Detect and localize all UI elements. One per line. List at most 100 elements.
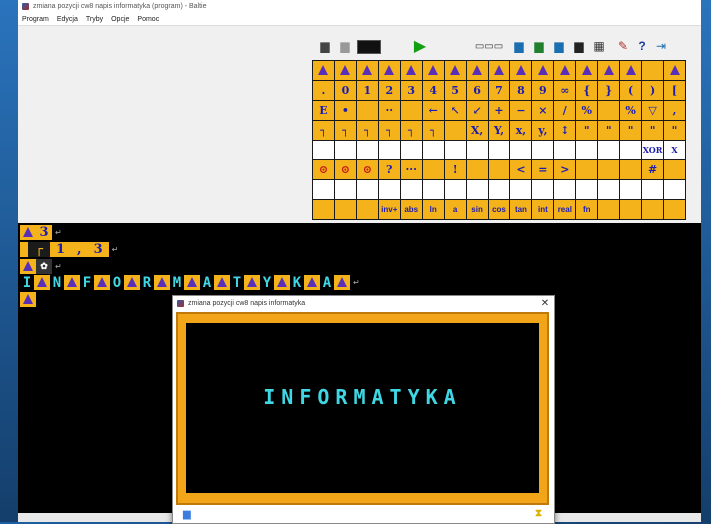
palette-cell[interactable]: " bbox=[642, 120, 664, 140]
palette-cell[interactable]: ┐ bbox=[378, 120, 400, 140]
palette-cell[interactable]: 9 bbox=[532, 80, 554, 100]
palette-cell[interactable] bbox=[466, 180, 488, 200]
palette-cell[interactable]: ∞ bbox=[554, 80, 576, 100]
palette-cell[interactable]: = bbox=[532, 160, 554, 180]
palette-cell[interactable]: abs bbox=[400, 200, 422, 219]
palette-cell[interactable] bbox=[664, 180, 685, 200]
palette-cell[interactable] bbox=[510, 180, 532, 200]
palette-cell[interactable]: 3 bbox=[400, 80, 422, 100]
save-icon[interactable]: ▆ bbox=[316, 38, 334, 54]
palette-cell[interactable] bbox=[378, 180, 400, 200]
palette-cell[interactable]: y, bbox=[532, 120, 554, 140]
palette-cell[interactable]: E bbox=[313, 100, 334, 120]
palette-cell[interactable] bbox=[422, 160, 444, 180]
palette-cell[interactable]: 6 bbox=[466, 80, 488, 100]
speed-icon[interactable]: ⧗ bbox=[535, 508, 542, 519]
palette-cell[interactable]: ▽ bbox=[642, 100, 664, 120]
palette-cell[interactable] bbox=[598, 160, 620, 180]
palette-cell[interactable]: 4 bbox=[422, 80, 444, 100]
palette-cell[interactable]: ┐ bbox=[400, 120, 422, 140]
wizard-cell[interactable] bbox=[576, 61, 598, 80]
palette-cell[interactable]: % bbox=[620, 100, 642, 120]
palette-cell[interactable] bbox=[664, 160, 685, 180]
palette-cell[interactable] bbox=[488, 180, 510, 200]
palette-cell[interactable] bbox=[466, 160, 488, 180]
palette-cell[interactable]: " bbox=[576, 120, 598, 140]
palette-cell[interactable] bbox=[554, 140, 576, 160]
palette-cell[interactable] bbox=[664, 200, 685, 219]
wizard-cell[interactable] bbox=[510, 61, 532, 80]
palette-cell[interactable]: • bbox=[334, 100, 356, 120]
palette-cell[interactable] bbox=[598, 180, 620, 200]
palette-cell[interactable]: ∕ bbox=[554, 100, 576, 120]
palette-cell[interactable]: ⊙ bbox=[356, 160, 378, 180]
print-icon[interactable]: ▆ bbox=[336, 38, 354, 54]
program-line[interactable]: ✿ ↵ bbox=[20, 259, 62, 274]
palette-cell[interactable]: 5 bbox=[444, 80, 466, 100]
palette-cell[interactable]: 0 bbox=[334, 80, 356, 100]
run-icon[interactable]: ▶ bbox=[410, 38, 430, 55]
palette-cell[interactable]: × bbox=[532, 100, 554, 120]
palette-cell[interactable]: ┐ bbox=[334, 120, 356, 140]
palette-cell[interactable] bbox=[334, 180, 356, 200]
palette-cell[interactable] bbox=[422, 180, 444, 200]
palette-cell[interactable] bbox=[576, 140, 598, 160]
help-icon[interactable]: ? bbox=[636, 38, 648, 54]
wizard-cell[interactable] bbox=[598, 61, 620, 80]
wizard-cell[interactable] bbox=[400, 61, 422, 80]
palette-cell[interactable] bbox=[620, 180, 642, 200]
program-line[interactable]: ┌ 1 , 3 ↵ bbox=[20, 242, 118, 257]
palette-cell[interactable]: . bbox=[313, 80, 334, 100]
palette-cell[interactable]: − bbox=[510, 100, 532, 120]
wizard-cell[interactable] bbox=[378, 61, 400, 80]
palette-cell[interactable]: real bbox=[554, 200, 576, 219]
palette-cell[interactable] bbox=[400, 100, 422, 120]
palette-cell[interactable]: ↙ bbox=[466, 100, 488, 120]
wizard-cell[interactable] bbox=[466, 61, 488, 80]
palette-cell[interactable] bbox=[642, 61, 664, 80]
palette-cell[interactable] bbox=[334, 140, 356, 160]
exit-icon[interactable]: ⇥ bbox=[652, 38, 670, 54]
palette-cell[interactable] bbox=[598, 200, 620, 219]
wizard-cell[interactable] bbox=[532, 61, 554, 80]
color-swatch[interactable] bbox=[357, 40, 381, 54]
palette-cell[interactable] bbox=[510, 140, 532, 160]
palette-cell[interactable] bbox=[642, 200, 664, 219]
menu-edycja[interactable]: Edycja bbox=[57, 16, 78, 23]
palette-cell[interactable]: ← bbox=[422, 100, 444, 120]
palette-cell[interactable]: int bbox=[532, 200, 554, 219]
scene-icon[interactable]: ▆ bbox=[510, 38, 528, 54]
palette-cell[interactable] bbox=[488, 140, 510, 160]
table-icon[interactable]: ▦ bbox=[590, 38, 608, 54]
menu-program[interactable]: Program bbox=[22, 16, 49, 23]
close-button[interactable]: ✕ bbox=[536, 298, 554, 309]
palette-cell[interactable]: } bbox=[598, 80, 620, 100]
palette-cell[interactable]: Y, bbox=[488, 120, 510, 140]
palette-cell[interactable] bbox=[532, 180, 554, 200]
palette-cell[interactable]: + bbox=[488, 100, 510, 120]
palette-cell[interactable] bbox=[532, 140, 554, 160]
palette-cell[interactable] bbox=[598, 140, 620, 160]
palette-cell[interactable] bbox=[400, 180, 422, 200]
palette-cell[interactable]: 8 bbox=[510, 80, 532, 100]
palette-cell[interactable]: ┐ bbox=[356, 120, 378, 140]
palette-cell[interactable]: { bbox=[576, 80, 598, 100]
palette-cell[interactable]: ln bbox=[422, 200, 444, 219]
palette-cell[interactable] bbox=[444, 140, 466, 160]
palette-cell[interactable]: 7 bbox=[488, 80, 510, 100]
palette-cell[interactable]: " bbox=[598, 120, 620, 140]
objects-icon[interactable]: ▆ bbox=[530, 38, 548, 54]
palette-cell[interactable]: inv+ bbox=[378, 200, 400, 219]
palette-cell[interactable]: x, bbox=[510, 120, 532, 140]
palette-cell[interactable] bbox=[488, 160, 510, 180]
palette-cell[interactable]: # bbox=[642, 160, 664, 180]
palette-cell[interactable]: X bbox=[664, 140, 685, 160]
palette-cell[interactable]: < bbox=[510, 160, 532, 180]
palette-cell[interactable] bbox=[356, 140, 378, 160]
grid-view-icon[interactable]: ▭▭▭ bbox=[472, 38, 506, 54]
wizard-cell[interactable] bbox=[620, 61, 642, 80]
palette-cell[interactable] bbox=[620, 200, 642, 219]
palette-cell[interactable] bbox=[620, 140, 642, 160]
palette-cell[interactable] bbox=[576, 160, 598, 180]
palette-cell[interactable] bbox=[313, 180, 334, 200]
